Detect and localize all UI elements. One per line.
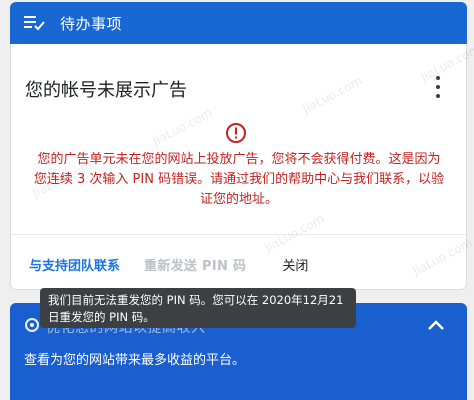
pin-tooltip: 我们目前无法重发您的 PIN 码。您可以在 2020年12月21日重发您的 PI…: [40, 288, 356, 328]
contact-support-button[interactable]: 与支持团队联系: [29, 255, 120, 274]
resend-pin-button[interactable]: 重新发送 PIN 码: [144, 255, 246, 274]
alert-message: 您的广告单元未在您的网站上投放广告，您将不会获得付费。这是因为您连续 3 次输入…: [33, 152, 445, 207]
todo-header: 待办事项: [10, 2, 467, 44]
card-title: 您的帐号未展示广告: [25, 80, 187, 101]
error-icon: [226, 123, 246, 143]
checklist-icon: [24, 16, 45, 31]
panel-description: 查看为您的网站带来最多收益的平台。: [24, 353, 246, 368]
close-button[interactable]: 关闭: [282, 255, 308, 274]
more-vert-icon[interactable]: [434, 76, 442, 98]
gear-icon: [25, 318, 39, 332]
chevron-up-icon[interactable]: [427, 319, 445, 331]
header-title: 待办事项: [60, 14, 123, 33]
card-divider: [11, 234, 466, 235]
card-actions: 与支持团队联系 重新发送 PIN 码 关闭: [29, 255, 308, 274]
